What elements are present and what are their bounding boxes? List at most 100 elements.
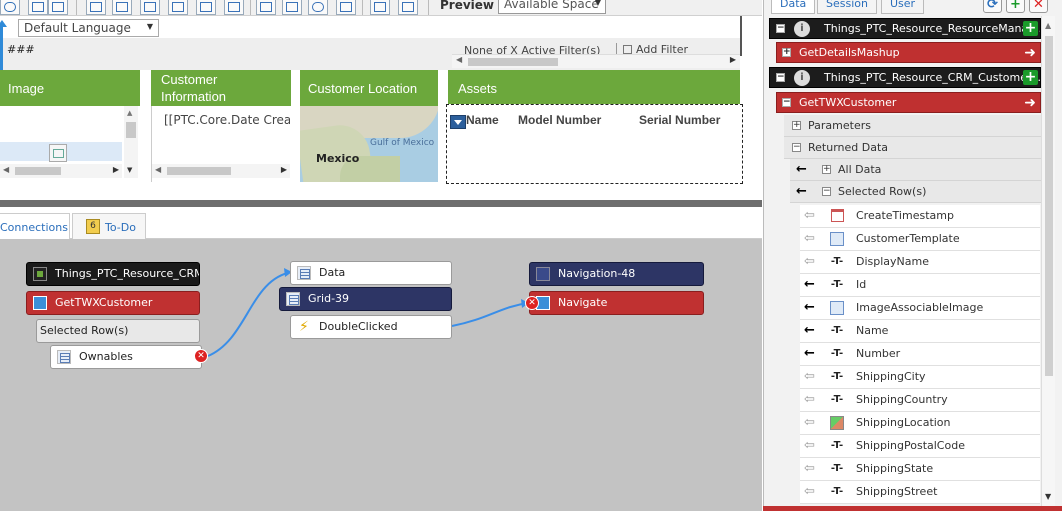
- align-top-icon[interactable]: [168, 0, 188, 15]
- bind-arrow-icon[interactable]: ⇦: [804, 389, 820, 411]
- scroll-left-icon[interactable]: ◀: [456, 55, 462, 64]
- node-grid-data[interactable]: Data: [290, 261, 452, 285]
- service-row[interactable]: + GetDetailsMashup ➜: [776, 42, 1041, 63]
- data-source-thing[interactable]: − i Things_PTC_Resource_CRM_Customer... …: [769, 67, 1041, 88]
- customer-hscrollbar[interactable]: ◀ ▶: [152, 164, 290, 178]
- language-select[interactable]: Default Language ▼: [18, 19, 159, 37]
- bind-arrow-icon[interactable]: ⇦: [804, 458, 820, 480]
- scroll-left-icon[interactable]: ◀: [3, 165, 9, 174]
- filter-scrollbar[interactable]: ◀ ▶: [452, 54, 740, 68]
- tree-parameters[interactable]: + Parameters: [784, 115, 1042, 137]
- tab-session[interactable]: Session: [817, 0, 877, 14]
- data-source-thing[interactable]: − i Things_PTC_Resource_ResourceManag...…: [769, 18, 1041, 39]
- bind-arrow-icon[interactable]: ←: [804, 320, 820, 342]
- info-icon[interactable]: i: [794, 21, 810, 37]
- same-height-icon[interactable]: [282, 0, 302, 15]
- center-icon[interactable]: [308, 0, 328, 15]
- tree-returned-data[interactable]: − Returned Data: [784, 137, 1042, 159]
- scroll-thumb[interactable]: [167, 167, 231, 175]
- distribute-vertical-icon[interactable]: [398, 0, 418, 15]
- field-row[interactable]: ← -T- Id: [800, 274, 1040, 297]
- collapse-icon[interactable]: −: [776, 73, 785, 82]
- scroll-right-icon[interactable]: ▶: [113, 165, 119, 174]
- expand-icon[interactable]: +: [782, 48, 791, 57]
- collapse-icon[interactable]: −: [776, 24, 785, 33]
- bind-arrow-icon[interactable]: ⇦: [804, 366, 820, 388]
- info-icon[interactable]: i: [794, 70, 810, 86]
- scroll-thumb[interactable]: [1045, 36, 1053, 376]
- expand-icon[interactable]: +: [792, 121, 801, 130]
- field-row[interactable]: ⇦ -T- ShippingCountry: [800, 389, 1040, 412]
- distribute-horizontal-icon[interactable]: [370, 0, 390, 15]
- grid-icon[interactable]: [336, 0, 356, 15]
- add-service-icon[interactable]: +: [1023, 21, 1038, 36]
- bind-arrow-icon[interactable]: ⇦: [804, 481, 820, 503]
- align-right-icon[interactable]: [140, 0, 160, 15]
- paste-icon[interactable]: [48, 0, 68, 15]
- scroll-thumb[interactable]: [468, 58, 558, 66]
- bind-arrow-icon[interactable]: ⇦: [804, 228, 820, 250]
- bind-arrow-icon[interactable]: ←: [804, 297, 820, 319]
- tab-connections[interactable]: Connections: [0, 213, 70, 239]
- align-left-icon[interactable]: [86, 0, 106, 15]
- node-ownables[interactable]: Ownables: [50, 345, 202, 369]
- scroll-down-icon[interactable]: ▼: [127, 166, 132, 174]
- field-row[interactable]: ⇦ ShippingLocation: [800, 412, 1040, 435]
- scroll-thumb[interactable]: [15, 167, 61, 175]
- add-icon[interactable]: +: [1006, 0, 1025, 13]
- assets-grid[interactable]: Name Model Number Serial Number: [446, 104, 743, 184]
- customer-location-map[interactable]: Mexico Gulf of Mexico: [300, 106, 438, 182]
- refresh-icon[interactable]: ⟳: [983, 0, 1002, 13]
- preview-size-select[interactable]: Available Space ▼: [498, 0, 606, 14]
- collapse-icon[interactable]: −: [792, 143, 801, 152]
- bind-arrow-icon[interactable]: ←: [804, 343, 820, 365]
- panel-splitter[interactable]: [0, 200, 762, 207]
- column-menu-icon[interactable]: [450, 115, 466, 129]
- field-row[interactable]: ⇦ -T- ShippingPostalCode: [800, 435, 1040, 458]
- scroll-down-icon[interactable]: ▼: [1045, 492, 1051, 501]
- field-row[interactable]: ⇦ CustomerTemplate: [800, 228, 1040, 251]
- image-list-scrollbar[interactable]: ▲ ▼: [124, 106, 138, 178]
- tree-all-data[interactable]: ← + All Data: [790, 159, 1042, 181]
- arrow-right-icon[interactable]: ➜: [1024, 93, 1036, 112]
- column-model-number[interactable]: Model Number: [518, 113, 601, 127]
- collapse-icon[interactable]: −: [822, 187, 831, 196]
- align-middle-icon[interactable]: [196, 0, 216, 15]
- remove-link-icon[interactable]: ✕: [525, 296, 539, 310]
- collapse-icon[interactable]: −: [782, 98, 791, 107]
- node-thing-crm[interactable]: Things_PTC_Resource_CRM_...: [26, 262, 200, 286]
- cut-icon[interactable]: [0, 0, 20, 15]
- bind-arrow-icon[interactable]: ⇦: [804, 412, 820, 434]
- scroll-left-icon[interactable]: ◀: [155, 165, 161, 174]
- scroll-up-icon[interactable]: ▲: [127, 109, 132, 117]
- scroll-right-icon[interactable]: ▶: [730, 55, 736, 64]
- bind-arrow-icon[interactable]: ⇦: [804, 435, 820, 457]
- copy-icon[interactable]: [28, 0, 48, 15]
- close-icon[interactable]: ✕: [1029, 0, 1048, 13]
- field-row[interactable]: ← -T- Number: [800, 343, 1040, 366]
- tab-todo[interactable]: 6 To-Do: [72, 213, 146, 239]
- scroll-thumb[interactable]: [126, 122, 136, 138]
- field-row[interactable]: ⇦ -T- DisplayName: [800, 251, 1040, 274]
- node-selected-rows[interactable]: Selected Row(s): [36, 319, 200, 343]
- field-row[interactable]: ⇦ -T- ShippingState: [800, 458, 1040, 481]
- service-row[interactable]: − GetTWXCustomer ➜: [776, 92, 1041, 113]
- align-bottom-icon[interactable]: [224, 0, 244, 15]
- field-row[interactable]: ⇦ -T- ShippingCity: [800, 366, 1040, 389]
- bind-arrow-icon[interactable]: ←: [796, 159, 807, 180]
- image-list-hscrollbar[interactable]: ◀ ▶: [0, 164, 122, 178]
- field-row[interactable]: ⇦ CreateTimestamp: [800, 205, 1040, 228]
- tree-selected-rows[interactable]: ← − Selected Row(s): [790, 181, 1042, 203]
- bind-arrow-icon[interactable]: ⇦: [804, 251, 820, 273]
- node-navigate-service[interactable]: Navigate: [529, 291, 704, 315]
- field-row[interactable]: ← -T- Name: [800, 320, 1040, 343]
- tab-user[interactable]: User: [881, 0, 925, 14]
- field-row[interactable]: ⇦ -T- ShippingStreet: [800, 481, 1040, 504]
- bind-arrow-icon[interactable]: ⇦: [804, 205, 820, 227]
- node-navigation-widget[interactable]: Navigation-48: [529, 262, 704, 286]
- same-width-icon[interactable]: [256, 0, 276, 15]
- scroll-up-icon[interactable]: ▲: [1045, 21, 1051, 30]
- node-get-customer-service[interactable]: GetTWXCustomer: [26, 291, 200, 315]
- tab-data[interactable]: Data: [771, 0, 816, 14]
- data-panel-scrollbar[interactable]: ▲ ▼: [1041, 16, 1055, 506]
